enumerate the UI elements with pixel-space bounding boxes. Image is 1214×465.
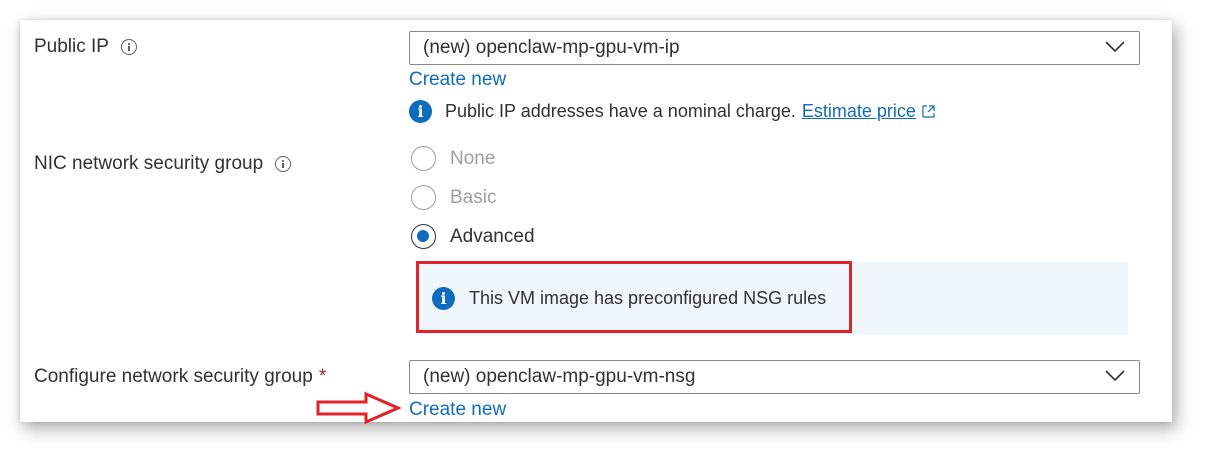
nic-nsg-label: NIC network security group [34,153,264,174]
public-ip-dropdown-value: (new) openclaw-mp-gpu-vm-ip [423,37,680,58]
required-marker: * [318,366,327,387]
public-ip-label-group: Public IP [34,36,137,58]
nic-nsg-label-group: NIC network security group [34,153,292,175]
nsg-option-basic[interactable]: Basic [411,185,496,210]
annotation-arrow-icon [316,392,402,424]
external-link-icon[interactable] [922,105,935,118]
nsg-option-advanced[interactable]: Advanced [411,224,535,249]
public-ip-dropdown[interactable]: (new) openclaw-mp-gpu-vm-ip [409,31,1140,65]
nsg-option-none-label: None [450,147,496,169]
public-ip-create-new-link[interactable]: Create new [409,69,506,91]
estimate-price-link[interactable]: Estimate price [802,101,916,122]
nic-nsg-info-icon[interactable] [275,156,292,172]
configure-nsg-create-new-link[interactable]: Create new [409,399,506,421]
configure-nsg-dropdown-value: (new) openclaw-mp-gpu-vm-nsg [423,366,696,387]
radio-basic[interactable] [411,185,436,210]
configure-nsg-dropdown[interactable]: (new) openclaw-mp-gpu-vm-nsg [409,360,1140,394]
info-filled-icon: i [409,100,432,123]
networking-form-panel: Public IP (new) openclaw-mp-gpu-vm-ip Cr… [20,20,1172,424]
configure-nsg-label: Configure network security group [34,366,313,387]
chevron-down-icon [1105,370,1125,382]
radio-none[interactable] [411,146,436,171]
annotation-highlight-box [416,261,852,333]
nsg-option-basic-label: Basic [450,186,497,208]
nsg-option-none[interactable]: None [411,146,495,171]
public-ip-charge-notice: i Public IP addresses have a nominal cha… [409,100,935,123]
configure-nsg-label-group: Configure network security group * [34,366,326,388]
chevron-down-icon [1105,41,1125,53]
nsg-option-advanced-label: Advanced [450,225,535,247]
radio-advanced[interactable] [411,224,436,249]
public-ip-label: Public IP [34,36,109,57]
public-ip-charge-text: Public IP addresses have a nominal charg… [445,101,796,121]
public-ip-info-icon[interactable] [120,39,137,55]
